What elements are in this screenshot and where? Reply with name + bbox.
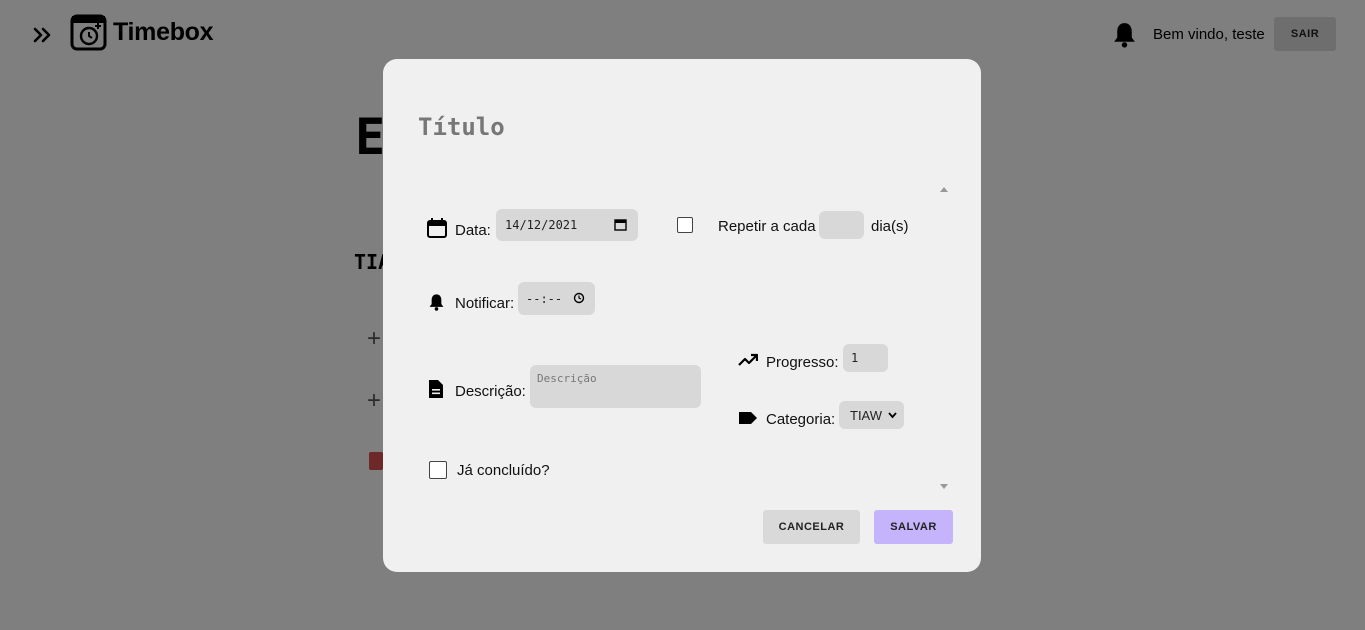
done-checkbox[interactable] <box>429 461 447 479</box>
repeat-checkbox[interactable] <box>677 217 693 233</box>
trending-up-icon <box>738 353 758 366</box>
repeat-days-input[interactable] <box>819 211 864 239</box>
scroll-up-arrow[interactable] <box>940 187 948 192</box>
calendar-picker-icon[interactable] <box>614 218 627 231</box>
title-input[interactable] <box>418 109 818 145</box>
notify-label: Notificar: <box>455 295 515 312</box>
description-placeholder: Descrição <box>537 372 597 385</box>
chevron-down-icon <box>888 412 897 419</box>
description-label: Descrição: <box>455 383 526 400</box>
category-selected: TIAW <box>850 408 883 423</box>
notify-time-input[interactable]: --:-- <box>518 282 595 315</box>
category-select[interactable]: TIAW <box>839 401 904 429</box>
document-icon <box>429 380 443 398</box>
save-button[interactable]: SALVAR <box>874 510 953 544</box>
bell-icon <box>429 294 444 311</box>
scroll-down-arrow[interactable] <box>940 484 948 489</box>
tag-icon <box>739 412 757 424</box>
category-label: Categoria: <box>766 411 836 428</box>
notify-time-value: --:-- <box>526 292 563 306</box>
repeat-unit-label: dia(s) <box>871 218 909 235</box>
cancel-button[interactable]: CANCELAR <box>763 510 860 544</box>
done-label: Já concluído? <box>457 462 550 479</box>
description-input[interactable]: Descrição <box>530 365 701 408</box>
date-label: Data: <box>455 222 491 239</box>
clock-icon[interactable] <box>573 292 585 304</box>
task-modal: Data: 14/12/2021 Repetir a cada dia(s) N… <box>383 59 981 572</box>
calendar-icon <box>427 218 447 238</box>
date-input[interactable]: 14/12/2021 <box>496 209 638 241</box>
progress-label: Progresso: <box>766 354 839 371</box>
date-value: 14/12/2021 <box>505 218 578 232</box>
progress-value: 1 <box>851 351 859 365</box>
repeat-label: Repetir a cada <box>718 218 816 235</box>
progress-input[interactable]: 1 <box>843 344 888 372</box>
